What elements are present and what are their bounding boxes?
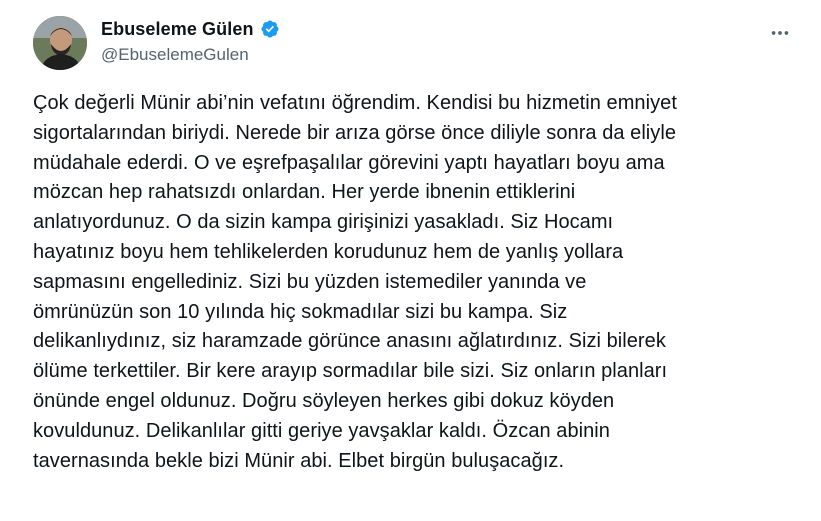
author-info: Ebuseleme Gülen @EbuselemeGulen xyxy=(101,16,280,65)
author-display-name[interactable]: Ebuseleme Gülen xyxy=(101,19,254,40)
avatar[interactable] xyxy=(33,16,87,70)
avatar-photo xyxy=(33,16,87,70)
more-options-icon xyxy=(771,31,789,35)
more-options-button[interactable] xyxy=(763,16,797,50)
verified-badge-icon[interactable] xyxy=(260,19,280,39)
tweet-card: Ebuseleme Gülen @EbuselemeGulen Çok değe… xyxy=(0,0,821,521)
tweet-text: Çok değerli Münir abi’nin vefatını öğren… xyxy=(33,92,677,472)
author-name-row: Ebuseleme Gülen xyxy=(101,16,280,42)
author-handle[interactable]: @EbuselemeGulen xyxy=(101,45,280,65)
tweet-header: Ebuseleme Gülen @EbuselemeGulen xyxy=(33,14,805,70)
